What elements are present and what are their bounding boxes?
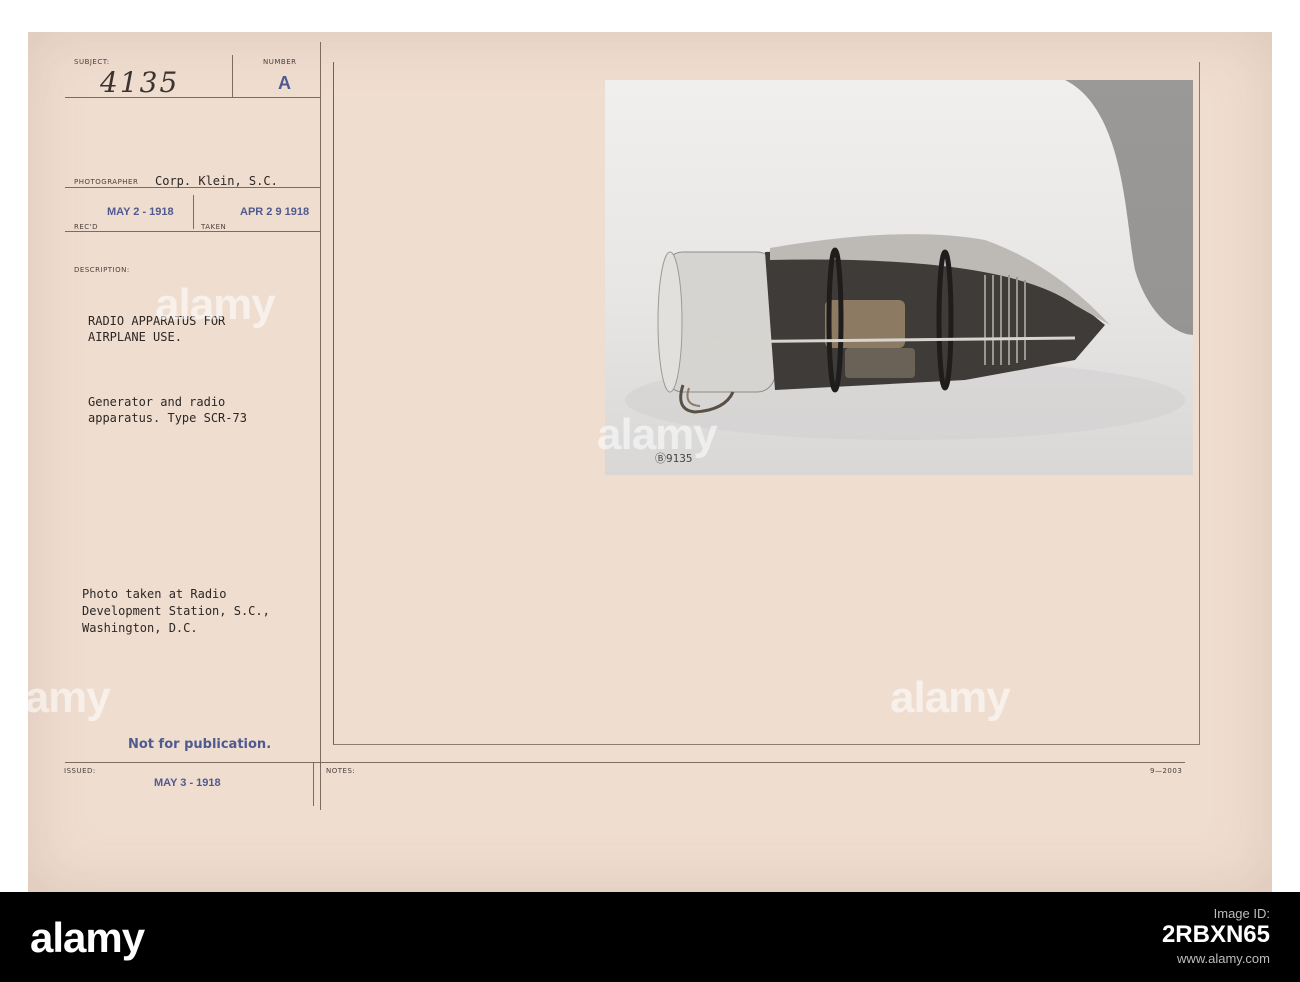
site-url[interactable]: www.alamy.com [1162, 951, 1270, 966]
watermark-2: alamy [597, 410, 718, 459]
number-label: NUMBER [263, 58, 297, 66]
subject-number: 4135 [100, 66, 180, 99]
form-number: 9—2003 [1150, 767, 1183, 775]
issued-date-stamp: MAY 3 - 1918 [154, 777, 221, 789]
not-for-publication-stamp: Not for publication. [128, 737, 272, 752]
watermark-1: alamy [155, 280, 276, 329]
notes-label: NOTES: [326, 767, 356, 775]
issued-row-line [65, 762, 1185, 763]
taken-date-stamp: APR 2 9 1918 [240, 206, 310, 218]
number-value: A [278, 73, 291, 93]
recd-taken-divider [193, 195, 194, 229]
dates-row-line [65, 231, 320, 232]
alamy-logo[interactable]: alamy [30, 914, 145, 962]
image-id-value: 2RBXN65 [1161, 921, 1270, 948]
footer-bar: alamy Image ID: 2RBXN65 www.alamy.com [0, 892, 1300, 982]
subject-number-divider [232, 55, 233, 97]
location-text: Photo taken at Radio Development Station… [82, 587, 270, 635]
watermark-4: alamy [890, 673, 1011, 722]
recd-date-stamp: MAY 2 - 1918 [107, 206, 174, 218]
recd-label: REC'D [74, 223, 98, 231]
description-body: Generator and radio apparatus. Type SCR-… [88, 395, 247, 425]
taken-label: TAKEN [201, 223, 227, 231]
description-label: DESCRIPTION: [74, 266, 130, 274]
photographer-name: Corp. Klein, S.C. [155, 174, 278, 188]
issued-label: ISSUED: [64, 767, 96, 775]
image-id-label: Image ID: [1213, 906, 1270, 921]
subject-label: SUBJECT: [74, 58, 110, 66]
photographer-label: PHOTOGRAPHER [74, 178, 139, 186]
image-id-block: Image ID: 2RBXN65 www.alamy.com [1162, 906, 1270, 966]
card-left-divider [320, 42, 321, 810]
watermark-3: alamy [0, 673, 111, 722]
issued-notes-divider [313, 762, 314, 806]
